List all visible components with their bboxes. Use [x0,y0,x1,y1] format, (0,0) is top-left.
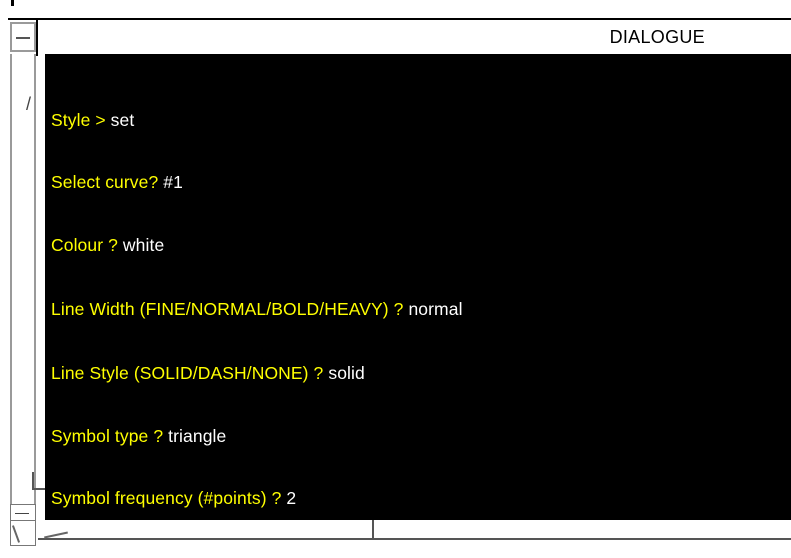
title-bar[interactable]: DIALOGUE [8,18,791,56]
dialogue-answer: #1 [163,172,183,192]
dialogue-prompt: Colour ? [51,235,123,255]
dialogue-line: Colour ? white [51,235,164,256]
slash-icon [11,525,21,543]
dialogue-line: Line Width (FINE/NORMAL/BOLD/HEAVY) ? no… [51,299,463,320]
dialogue-line: Select curve? #1 [51,172,183,193]
window-title: DIALOGUE [609,27,705,47]
dialogue-window: DIALOGUE / Style > set Select curve? #1 … [8,18,791,548]
horizontal-scrollbar[interactable] [8,520,791,548]
dialogue-line: Style > set [51,110,134,131]
title-divider [36,20,38,56]
dialogue-answer: triangle [168,426,227,446]
dialogue-prompt: Select curve? [51,172,164,192]
dialogue-answer: white [122,235,165,255]
dialogue-answer: set [110,110,135,130]
dialogue-answer: normal [408,299,463,319]
dialogue-prompt: Line Width (FINE/NORMAL/BOLD/HEAVY) ? [51,299,409,319]
dialogue-prompt: Line Style (SOLID/DASH/NONE) ? [51,363,329,383]
grip-icon [44,531,68,539]
dash-icon [15,513,29,514]
window-menu-button[interactable] [10,22,36,52]
vertical-scrollbar[interactable]: / [10,54,36,544]
dialogue-prompt: Symbol type ? [51,426,169,446]
slash-icon: / [26,94,32,114]
dialogue-prompt: Symbol frequency (#points) ? [51,488,287,508]
dialogue-line: Symbol frequency (#points) ? 2 [51,488,296,509]
window-tick-mark [11,0,14,6]
dialogue-line: Symbol type ? triangle [51,426,226,447]
dialogue-line: Line Style (SOLID/DASH/NONE) ? solid [51,363,365,384]
dialogue-answer: solid [328,363,365,383]
horizontal-scroll-thumb[interactable] [38,520,374,540]
bottom-border [374,538,791,540]
dash-icon [16,37,30,39]
resize-corner[interactable] [10,520,36,546]
dialogue-output-panel[interactable]: Style > set Select curve? #1 Colour ? wh… [45,54,791,520]
dialogue-prompt: Style > [51,110,111,130]
dialogue-answer: 2 [286,488,297,508]
